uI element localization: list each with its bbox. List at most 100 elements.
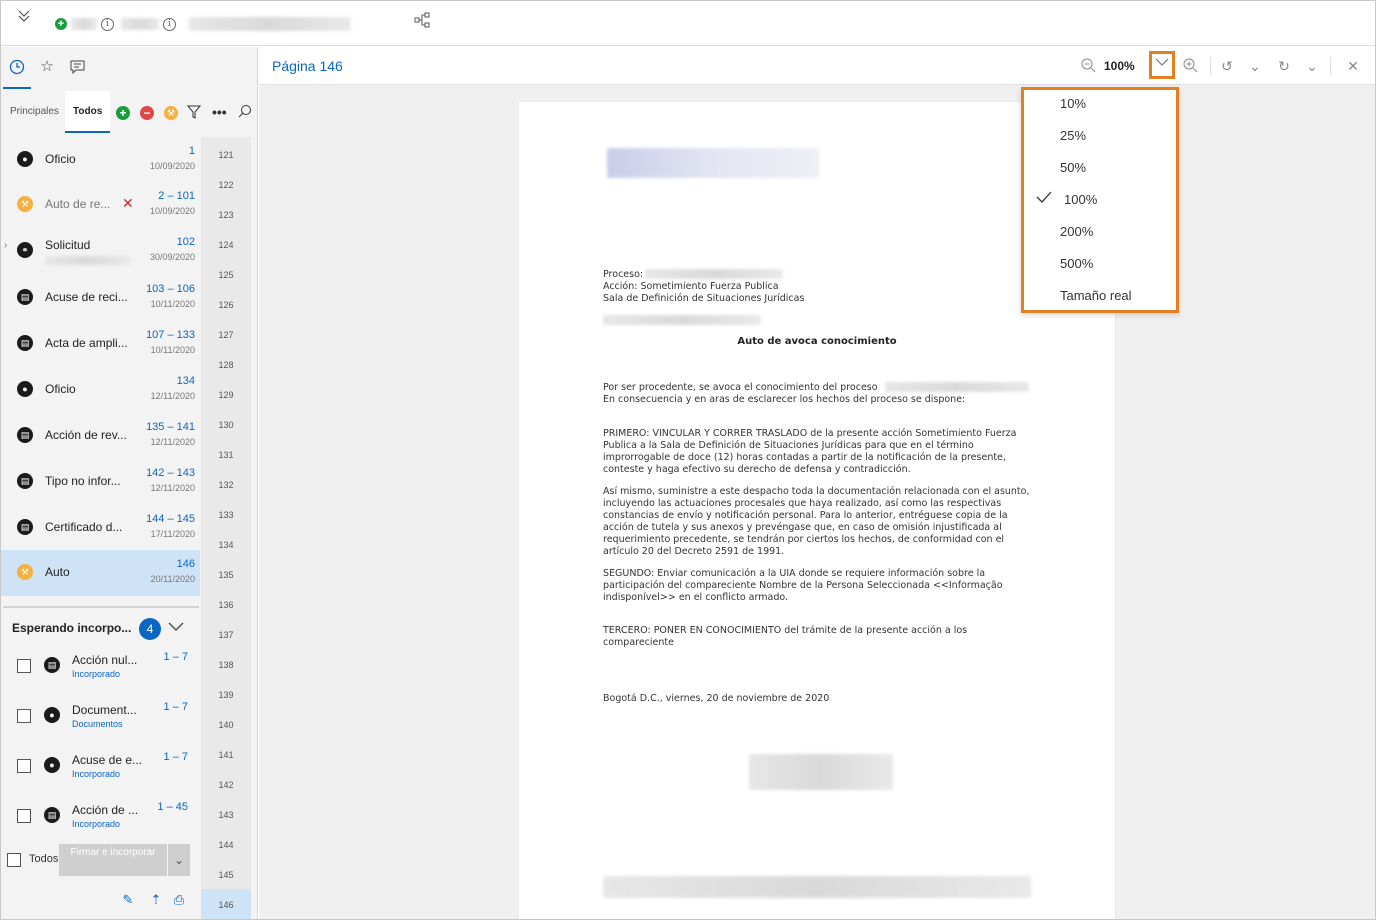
- expand-icon[interactable]: ›: [4, 240, 7, 251]
- page-number[interactable]: 146: [201, 900, 251, 910]
- left-tabs: ☆: [1, 47, 258, 89]
- page-number[interactable]: 143: [201, 810, 251, 820]
- document-icon: ▤: [17, 519, 33, 535]
- page-number[interactable]: 126: [201, 300, 251, 310]
- rotate-right-icon[interactable]: ↻: [1275, 57, 1293, 75]
- list-item[interactable]: ● Oficio 134 12/11/2020: [1, 367, 200, 413]
- zoom-out-icon[interactable]: [1079, 57, 1097, 75]
- more-icon[interactable]: •••: [212, 104, 227, 120]
- list-item[interactable]: ▤ Acción de rev... 135 – 141 12/11/2020: [1, 413, 200, 459]
- list-item[interactable]: ▤ Acta de ampli... 107 – 133 10/11/2020: [1, 321, 200, 367]
- list-item[interactable]: ▤ Tipo no infor... 142 – 143 12/11/2020: [1, 459, 200, 505]
- page-number[interactable]: 140: [201, 720, 251, 730]
- redacted-field: [645, 269, 783, 279]
- collapse-chevron-icon[interactable]: [17, 9, 35, 27]
- page-number[interactable]: 127: [201, 330, 251, 340]
- zoom-option-200[interactable]: 200%: [1060, 224, 1093, 239]
- item-checkbox[interactable]: [17, 659, 31, 673]
- page-number[interactable]: 135: [201, 570, 251, 580]
- doc-date: 10/11/2020: [150, 345, 195, 355]
- chevron-down-icon[interactable]: ⌄: [1246, 57, 1264, 75]
- tab-principales[interactable]: Principales: [2, 91, 67, 133]
- waiting-item[interactable]: ▤ Acción de ... Incorporado 1 – 45: [1, 795, 200, 845]
- add-icon[interactable]: +: [116, 106, 130, 120]
- document-icon: ▤: [17, 335, 33, 351]
- redacted-title: [189, 17, 351, 31]
- page-number[interactable]: 138: [201, 660, 251, 670]
- page-number[interactable]: 122: [201, 180, 251, 190]
- item-status: Documentos: [72, 719, 123, 729]
- signature-blur: [749, 754, 893, 790]
- sign-dropdown-button[interactable]: ⌄: [168, 844, 190, 876]
- page-number[interactable]: 124: [201, 240, 251, 250]
- list-item[interactable]: ▤ Acuse de reci... 103 – 106 10/11/2020: [1, 275, 200, 321]
- checkmark-icon: [1036, 190, 1052, 207]
- page-number[interactable]: 145: [201, 870, 251, 880]
- page-number[interactable]: 128: [201, 360, 251, 370]
- filter-icon[interactable]: [186, 105, 202, 124]
- comments-tab-icon[interactable]: [65, 55, 89, 79]
- rotate-left-icon[interactable]: ↺: [1218, 57, 1236, 75]
- person-icon: ●: [44, 757, 60, 773]
- history-tab-icon[interactable]: [5, 55, 29, 79]
- page-number[interactable]: 131: [201, 450, 251, 460]
- search-icon[interactable]: [238, 104, 252, 123]
- page-number[interactable]: 134: [201, 540, 251, 550]
- list-item[interactable]: › ⚭ Solicitud 102 30/09/2020: [1, 228, 200, 274]
- tab-todos[interactable]: Todos: [65, 91, 111, 133]
- zoom-option-100[interactable]: 100%: [1064, 192, 1097, 207]
- document-icon: ▤: [17, 289, 33, 305]
- page-number[interactable]: 132: [201, 480, 251, 490]
- doc-text: artículo 20 del Decreto 2591 de 1991.: [603, 546, 785, 557]
- favorites-tab-icon[interactable]: ☆: [35, 55, 59, 79]
- close-icon[interactable]: ✕: [1344, 57, 1362, 75]
- page-number[interactable]: 129: [201, 390, 251, 400]
- toolbar-separator: [1210, 57, 1211, 75]
- waiting-item[interactable]: ▤ Acción nul... Incorporado 1 – 7: [1, 645, 200, 695]
- doc-text: Proceso:: [603, 269, 644, 280]
- doc-title: Certificado d...: [45, 520, 123, 534]
- zoom-option-10[interactable]: 10%: [1060, 96, 1086, 111]
- info-icon[interactable]: i: [101, 18, 114, 31]
- chevron-down-icon[interactable]: [168, 618, 186, 636]
- chevron-down-icon[interactable]: ⌄: [1303, 57, 1321, 75]
- list-item[interactable]: ● Oficio 1 10/09/2020: [1, 137, 200, 183]
- item-checkbox[interactable]: [17, 759, 31, 773]
- info-icon[interactable]: i: [163, 18, 176, 31]
- page-number[interactable]: 130: [201, 420, 251, 430]
- zoom-in-icon[interactable]: [1181, 57, 1199, 75]
- sign-incorporate-button[interactable]: Firmar e incorporar: [59, 844, 167, 876]
- list-item[interactable]: ⚒ Auto de re... ✕ 2 – 101 10/09/2020: [1, 182, 200, 228]
- list-item-selected[interactable]: ⚒ Auto 146 20/11/2020: [1, 550, 200, 596]
- doc-date: 12/11/2020: [150, 483, 195, 493]
- page-number[interactable]: 144: [201, 840, 251, 850]
- page-number[interactable]: 142: [201, 780, 251, 790]
- zoom-option-25[interactable]: 25%: [1060, 128, 1086, 143]
- doc-text: SEGUNDO: Enviar comunicación a la UIA do…: [603, 568, 986, 579]
- page-number[interactable]: 121: [201, 150, 251, 160]
- hammer-filter-icon[interactable]: ⚒: [164, 106, 178, 120]
- item-checkbox[interactable]: [17, 809, 31, 823]
- list-item[interactable]: ▤ Certificado d... 144 – 145 17/11/2020: [1, 505, 200, 551]
- page-number[interactable]: 137: [201, 630, 251, 640]
- doc-title: Auto de re...: [45, 197, 111, 211]
- page-number[interactable]: 133: [201, 510, 251, 520]
- page-number[interactable]: 125: [201, 270, 251, 280]
- waiting-item[interactable]: ● Document... Documentos 1 – 7: [1, 695, 200, 745]
- zoom-option-500[interactable]: 500%: [1060, 256, 1093, 271]
- print-icon[interactable]: ⎙: [171, 892, 187, 908]
- edit-icon[interactable]: ✎: [120, 892, 136, 908]
- page-number[interactable]: 141: [201, 750, 251, 760]
- page-number[interactable]: 123: [201, 210, 251, 220]
- page-number[interactable]: 139: [201, 690, 251, 700]
- item-checkbox[interactable]: [17, 709, 31, 723]
- select-all-checkbox[interactable]: [7, 853, 21, 867]
- zoom-dropdown-button[interactable]: [1149, 51, 1175, 79]
- page-number[interactable]: 136: [201, 600, 251, 610]
- zoom-option-actual-size[interactable]: Tamaño real: [1060, 288, 1132, 303]
- zoom-option-50[interactable]: 50%: [1060, 160, 1086, 175]
- hierarchy-icon[interactable]: [414, 12, 430, 28]
- upload-icon[interactable]: ⇡: [148, 892, 164, 908]
- remove-icon[interactable]: −: [140, 106, 154, 120]
- waiting-item[interactable]: ● Acuse de e... Incorporado 1 – 7: [1, 745, 200, 795]
